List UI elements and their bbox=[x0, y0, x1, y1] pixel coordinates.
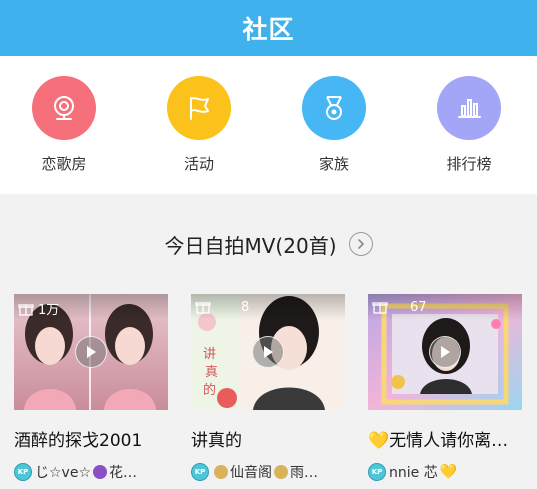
gift-icon bbox=[372, 302, 388, 314]
flag-icon bbox=[167, 76, 231, 140]
user-level-badge: KP bbox=[14, 463, 32, 481]
section-title: 今日自拍MV(20首) bbox=[164, 233, 337, 258]
nav-label: 恋歌房 bbox=[41, 155, 87, 173]
mv-title: 酒醉的探戈2001 bbox=[14, 431, 143, 451]
mv-card[interactable]: 67 💛无情人请你离… KP nnie 芯 💛 bbox=[368, 294, 522, 489]
mv-thumbnail: 67 bbox=[368, 294, 522, 410]
play-icon[interactable] bbox=[252, 336, 284, 368]
section-header: 今日自拍MV(20首) bbox=[0, 224, 537, 264]
yellow-heart-icon: 💛 bbox=[368, 431, 390, 451]
mv-card[interactable]: 1万 酒醉的探戈2001 KP じ☆ve☆ 花… bbox=[14, 294, 168, 489]
nav-label: 活动 bbox=[183, 155, 214, 173]
svg-text:讲: 讲 bbox=[203, 347, 216, 362]
gift-icon bbox=[195, 302, 211, 314]
nav-item-family[interactable]: 家族 bbox=[289, 76, 379, 176]
page-title: 社区 bbox=[242, 15, 295, 44]
nav-item-activity[interactable]: 活动 bbox=[154, 76, 244, 176]
mv-title: 💛无情人请你离… bbox=[368, 431, 509, 451]
yellow-heart-icon: 💛 bbox=[439, 464, 458, 480]
nav-label: 家族 bbox=[318, 155, 349, 173]
bar-chart-icon bbox=[437, 76, 501, 140]
mv-title: 讲真的 bbox=[191, 431, 242, 451]
svg-text:的: 的 bbox=[203, 382, 216, 398]
mv-uploader[interactable]: KP 仙音阁 雨… bbox=[191, 462, 345, 482]
medal-icon bbox=[302, 76, 366, 140]
nav-item-love-song-room[interactable]: 恋歌房 bbox=[19, 76, 109, 176]
mv-uploader[interactable]: KP nnie 芯 💛 bbox=[368, 462, 522, 482]
cd-icon bbox=[274, 465, 288, 479]
mv-uploader[interactable]: KP じ☆ve☆ 花… bbox=[14, 462, 168, 482]
view-count: 8 bbox=[195, 299, 249, 315]
svg-text:真: 真 bbox=[205, 365, 218, 380]
webcam-icon bbox=[32, 76, 96, 140]
chevron-right-icon[interactable] bbox=[348, 232, 373, 256]
mv-thumbnail: 讲 真 的 8 bbox=[191, 294, 345, 410]
nav-label: 排行榜 bbox=[446, 155, 492, 173]
crystal-ball-icon bbox=[93, 465, 107, 479]
gift-icon bbox=[18, 303, 34, 316]
view-count: 1万 bbox=[18, 299, 59, 318]
play-icon[interactable] bbox=[75, 336, 107, 368]
user-level-badge: KP bbox=[191, 463, 209, 481]
view-count: 67 bbox=[372, 299, 427, 315]
mv-thumbnail: 1万 bbox=[14, 294, 168, 410]
cd-icon bbox=[214, 465, 228, 479]
app-header: 社区 bbox=[0, 0, 537, 56]
community-nav: 恋歌房 活动 家族 排行榜 bbox=[0, 56, 537, 194]
mv-card[interactable]: 讲 真 的 8 讲真的 KP 仙音阁 雨… bbox=[191, 294, 345, 489]
user-level-badge: KP bbox=[368, 463, 386, 481]
nav-item-leaderboard[interactable]: 排行榜 bbox=[424, 76, 514, 176]
play-icon[interactable] bbox=[429, 336, 461, 368]
